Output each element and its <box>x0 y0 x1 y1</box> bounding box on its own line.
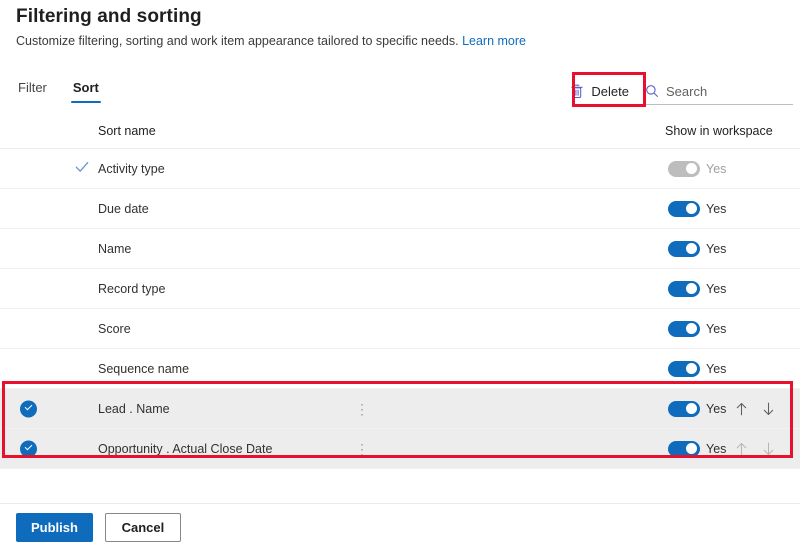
tab-filter[interactable]: Filter <box>16 78 49 103</box>
show-in-workspace-toggle[interactable] <box>668 320 700 337</box>
move-down-arrow-icon[interactable] <box>762 441 775 456</box>
show-in-workspace-toggle[interactable] <box>668 240 700 257</box>
row-reorder-controls <box>735 401 775 416</box>
toggle-state-label: Yes <box>706 441 727 456</box>
search-box[interactable] <box>645 78 793 105</box>
tab-sort[interactable]: Sort <box>70 78 101 103</box>
table-body: Activity type Yes Due date Yes Name Yes Record… <box>0 149 800 469</box>
tab-list: Filter Sort <box>16 78 101 103</box>
table-row[interactable]: Opportunity . Actual Close Date ⋮ Yes <box>0 429 800 469</box>
check-mark-icon <box>75 160 89 178</box>
show-in-workspace-toggle[interactable] <box>668 200 700 217</box>
move-up-arrow-icon[interactable] <box>735 441 748 456</box>
learn-more-link[interactable]: Learn more <box>462 34 526 48</box>
move-down-arrow-icon[interactable] <box>762 401 775 416</box>
sort-table: Sort name Show in workspace Activity typ… <box>0 120 800 469</box>
delete-button-label: Delete <box>591 83 629 99</box>
table-row[interactable]: Record type Yes <box>0 269 800 309</box>
row-overflow-menu-icon[interactable]: ⋮ <box>355 442 369 456</box>
publish-button[interactable]: Publish <box>16 513 93 542</box>
trash-icon <box>570 84 584 99</box>
table-row[interactable]: Due date Yes <box>0 189 800 229</box>
table-row[interactable]: Sequence name Yes <box>0 349 800 389</box>
row-label: Sequence name <box>98 361 190 376</box>
toggle-state-label: Yes <box>706 241 727 256</box>
move-up-arrow-icon[interactable] <box>735 401 748 416</box>
table-row[interactable]: Score Yes <box>0 309 800 349</box>
table-row[interactable]: Lead . Name ⋮ Yes <box>0 389 800 429</box>
page-subtitle: Customize filtering, sorting and work it… <box>16 34 526 48</box>
row-label: Score <box>98 321 131 336</box>
row-label: Name <box>98 241 132 256</box>
show-in-workspace-toggle[interactable] <box>668 440 700 457</box>
page-title: Filtering and sorting <box>16 6 202 27</box>
toggle-state-label: Yes <box>706 361 727 376</box>
toggle-state-label: Yes <box>706 321 727 336</box>
row-label: Lead . Name <box>98 401 170 416</box>
page-subtitle-text: Customize filtering, sorting and work it… <box>16 34 459 48</box>
show-in-workspace-toggle[interactable] <box>668 400 700 417</box>
cancel-button[interactable]: Cancel <box>104 513 181 542</box>
row-label: Opportunity . Actual Close Date <box>98 441 273 456</box>
show-in-workspace-toggle <box>668 160 700 177</box>
row-select-checkbox[interactable] <box>20 400 37 417</box>
show-in-workspace-toggle[interactable] <box>668 360 700 377</box>
show-in-workspace-toggle[interactable] <box>668 280 700 297</box>
row-label: Due date <box>98 201 149 216</box>
search-input[interactable] <box>666 83 776 99</box>
delete-button[interactable]: Delete <box>562 78 637 104</box>
table-row[interactable]: Name Yes <box>0 229 800 269</box>
toggle-state-label: Yes <box>706 401 727 416</box>
footer-actions: Publish Cancel <box>16 513 181 542</box>
row-select-checkbox[interactable] <box>20 440 37 457</box>
column-header-show-in-workspace: Show in workspace <box>665 124 773 138</box>
table-row[interactable]: Activity type Yes <box>0 149 800 189</box>
toolbar: Delete <box>562 76 793 105</box>
footer-divider <box>0 503 800 504</box>
row-reorder-controls <box>735 441 775 456</box>
toggle-state-label: Yes <box>706 161 727 176</box>
row-label: Record type <box>98 281 166 296</box>
row-overflow-menu-icon[interactable]: ⋮ <box>355 402 369 416</box>
filtering-and-sorting-page: Filtering and sorting Customize filterin… <box>0 0 800 543</box>
row-label: Activity type <box>98 161 165 176</box>
column-header-sort-name: Sort name <box>98 124 156 138</box>
search-icon <box>645 84 659 98</box>
table-header-row: Sort name Show in workspace <box>0 120 800 149</box>
toggle-state-label: Yes <box>706 201 727 216</box>
toggle-state-label: Yes <box>706 281 727 296</box>
